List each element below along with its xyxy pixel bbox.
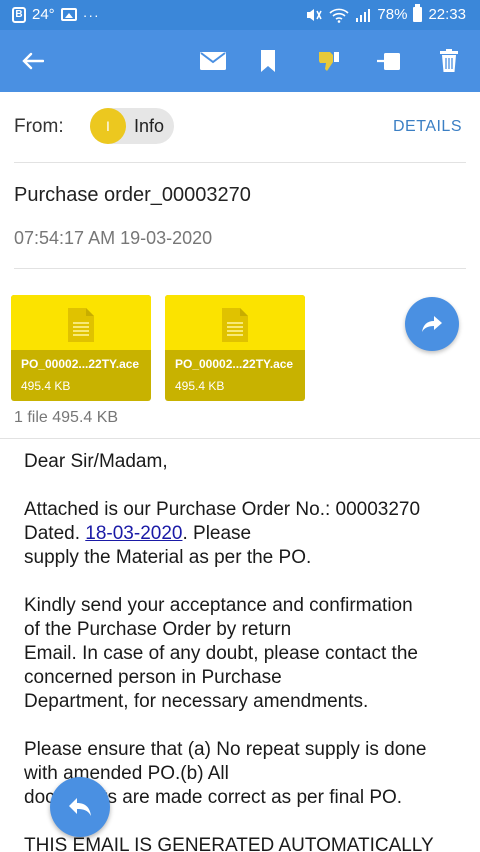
divider xyxy=(14,162,466,163)
avatar: I xyxy=(90,108,126,144)
email-timestamp: 07:54:17 AM 19-03-2020 xyxy=(14,228,213,248)
body-line: Please ensure that (a) No repeat supply … xyxy=(24,739,427,760)
signal-icon xyxy=(356,8,371,22)
body-text: Dated. xyxy=(24,523,86,544)
sender-row: From: I Info DETAILS xyxy=(0,92,480,162)
app-notification-icon: B xyxy=(12,6,26,23)
mail-icon xyxy=(200,52,226,70)
divider xyxy=(0,438,480,439)
body-paragraph: Attached is our Purchase Order No.: 0000… xyxy=(24,498,464,570)
bookmark-icon xyxy=(261,50,275,72)
move-button[interactable] xyxy=(372,44,406,78)
delete-button[interactable] xyxy=(432,44,466,78)
attachment-preview xyxy=(11,295,151,350)
mute-icon xyxy=(307,8,323,21)
attachment-name: PO_00002...22TY.ace xyxy=(21,357,140,371)
reply-icon xyxy=(69,798,91,816)
spam-button[interactable] xyxy=(312,44,346,78)
body-line: Dated. 18-03-2020. Please xyxy=(24,522,464,546)
body-line: THIS EMAIL IS GENERATED AUTOMATICALLY xyxy=(24,835,434,852)
email-subject: Purchase order_00003270 xyxy=(14,184,251,206)
attachment-preview xyxy=(165,295,305,350)
trash-icon xyxy=(440,49,458,72)
attachment-card[interactable]: PO_00002...22TY.ace 495.4 KB xyxy=(11,295,151,401)
email-toolbar xyxy=(0,30,480,92)
details-button[interactable]: DETAILS xyxy=(393,118,462,136)
share-arrow-icon xyxy=(422,316,442,332)
battery-icon xyxy=(413,4,423,22)
body-text: . Please xyxy=(182,523,252,544)
attachment-name: PO_00002...22TY.ace xyxy=(175,357,294,371)
body-paragraph: THIS EMAIL IS GENERATED AUTOMATICALLY xyxy=(24,834,464,852)
mark-unread-button[interactable] xyxy=(196,44,230,78)
reply-button[interactable] xyxy=(50,777,110,837)
body-line: supply the Material as per the PO. xyxy=(24,547,312,568)
divider xyxy=(14,268,466,269)
file-icon xyxy=(68,308,94,342)
attachment-size: 495.4 KB xyxy=(175,379,225,393)
attachment-size: 495.4 KB xyxy=(21,379,71,393)
attachment-summary: 1 file 495.4 KB xyxy=(14,409,119,426)
body-line: Attached is our Purchase Order No.: 0000… xyxy=(24,499,421,520)
back-arrow-icon xyxy=(22,52,44,70)
body-line: Kindly send your acceptance and confirma… xyxy=(24,595,413,616)
thumbs-down-icon xyxy=(319,52,339,71)
from-label: From: xyxy=(14,116,64,137)
clock: 22:33 xyxy=(428,6,466,23)
body-line: Department, for necessary amendments. xyxy=(24,691,369,712)
date-link[interactable]: 18-03-2020 xyxy=(85,523,182,544)
forward-button[interactable] xyxy=(405,297,459,351)
body-line: of the Purchase Order by return xyxy=(24,619,292,640)
body-paragraph: Kindly send your acceptance and confirma… xyxy=(24,594,464,714)
image-notification-icon xyxy=(60,8,77,21)
file-icon xyxy=(222,308,248,342)
back-button[interactable] xyxy=(16,44,50,78)
sender-name: Info xyxy=(134,116,165,136)
body-line: Email. In case of any doubt, please cont… xyxy=(24,643,418,664)
greeting: Dear Sir/Madam, xyxy=(24,451,168,472)
move-icon xyxy=(377,53,400,70)
status-bar: B 24° ··· 78% 22:33 xyxy=(0,0,480,30)
bookmark-button[interactable] xyxy=(251,44,285,78)
attachment-card[interactable]: PO_00002...22TY.ace 495.4 KB xyxy=(165,295,305,401)
sender-chip[interactable]: I Info xyxy=(90,108,174,144)
body-line: concerned person in Purchase xyxy=(24,667,282,688)
temperature-text: 24° xyxy=(32,6,55,23)
wifi-icon xyxy=(329,8,349,23)
more-notifications-icon: ··· xyxy=(82,6,100,23)
battery-percent: 78% xyxy=(377,6,408,23)
